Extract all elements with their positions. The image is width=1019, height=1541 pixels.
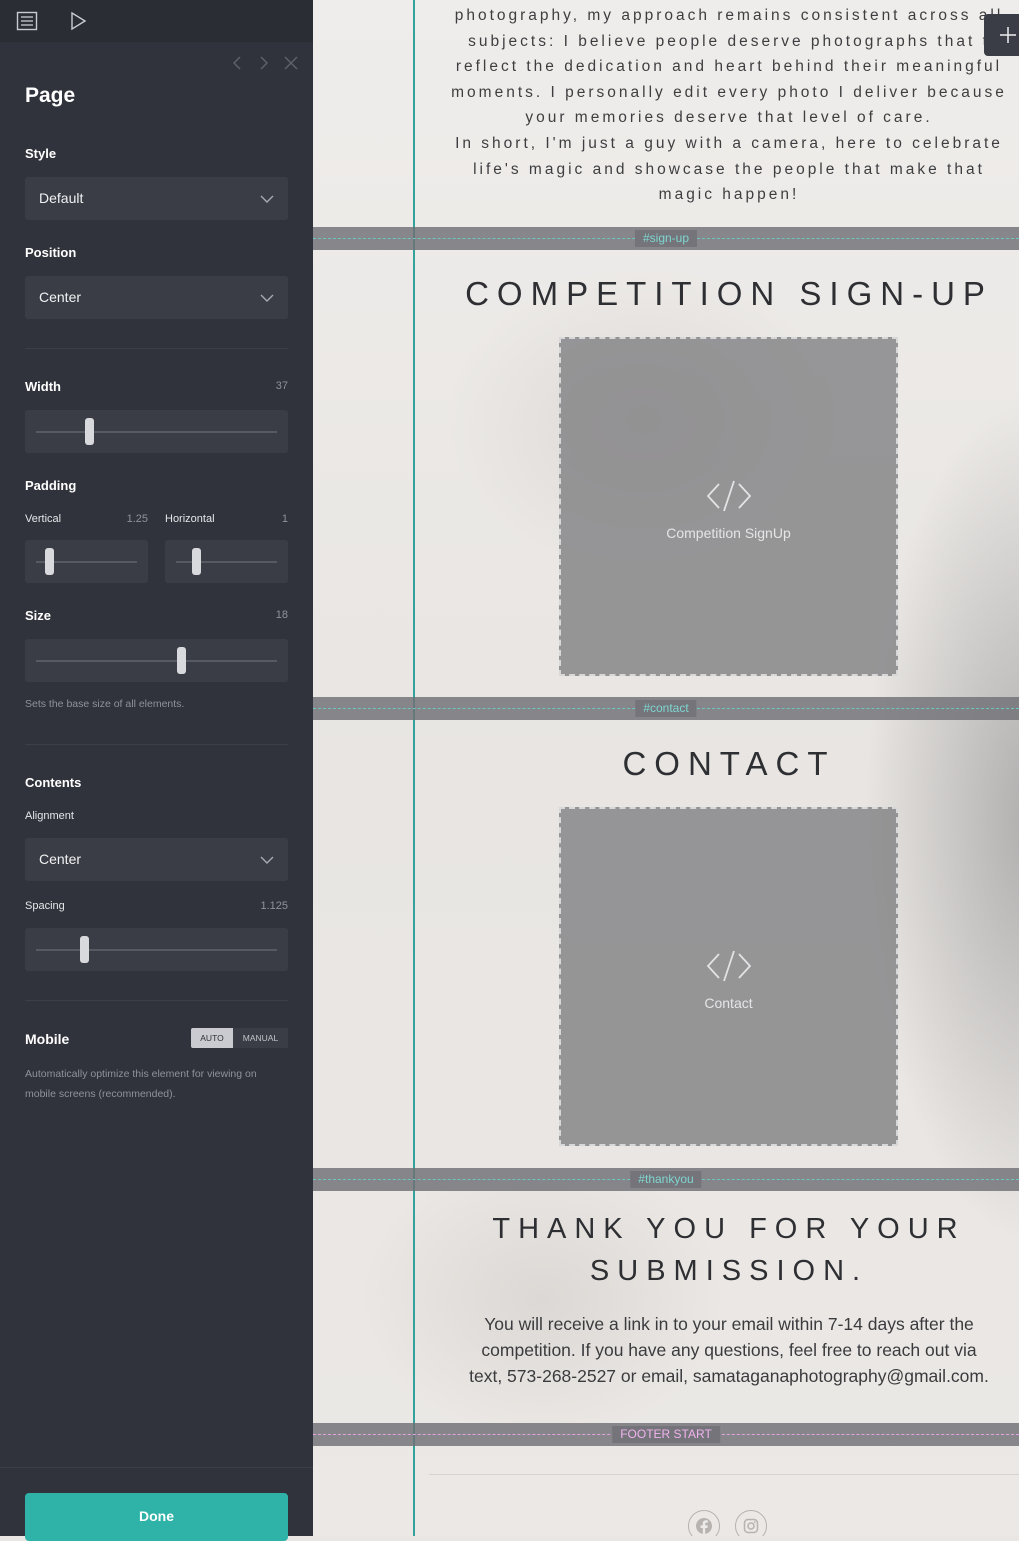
size-help-text: Sets the base size of all elements. xyxy=(25,698,185,710)
padding-label: Padding xyxy=(25,478,77,493)
divider xyxy=(0,1467,313,1468)
page-canvas: photography, my approach remains consist… xyxy=(313,0,1019,1536)
about-text-line: life's magic and showcase the people tha… xyxy=(473,161,985,178)
about-text-line: In short, I'm just a guy with a camera, … xyxy=(455,135,1003,152)
about-text-line: reflect the dedication and heart behind … xyxy=(455,58,1003,75)
chevron-down-icon xyxy=(260,195,274,203)
style-select-value: Default xyxy=(39,190,84,206)
code-embed-icon xyxy=(706,950,752,982)
width-value: 37 xyxy=(275,380,288,392)
vertical-padding-slider[interactable] xyxy=(25,540,148,583)
position-label: Position xyxy=(25,245,77,260)
style-select[interactable]: Default xyxy=(25,177,288,220)
contact-heading: CONTACT xyxy=(622,745,836,782)
thankyou-body-line: text, 573-268-2527 or email, samataganap… xyxy=(469,1366,989,1386)
slider-thumb[interactable] xyxy=(176,647,186,674)
embed-label: Competition SignUp xyxy=(666,525,791,541)
section-tag: #thankyou xyxy=(630,1171,702,1188)
signup-embed-block[interactable]: Competition SignUp xyxy=(559,337,898,676)
mobile-help-text: Automatically optimize this element for … xyxy=(25,1068,257,1100)
position-select-value: Center xyxy=(39,289,82,305)
thankyou-body-line: You will receive a link in to your email… xyxy=(484,1314,974,1334)
slider-track xyxy=(36,949,277,951)
panel-toolbar xyxy=(0,0,313,42)
about-text-line: subjects: I believe people deserve photo… xyxy=(468,33,990,50)
section-tag: #sign-up xyxy=(634,230,698,247)
spacing-slider[interactable] xyxy=(25,928,288,971)
section-anchor-contact[interactable]: #contact xyxy=(313,697,1019,720)
slider-thumb[interactable] xyxy=(45,548,55,575)
list-view-icon[interactable] xyxy=(14,8,40,34)
divider xyxy=(25,348,288,349)
thankyou-heading-line: THANK YOU FOR YOUR xyxy=(492,1213,966,1245)
play-preview-icon[interactable] xyxy=(65,8,91,34)
about-text-line: photography, my approach remains consist… xyxy=(454,7,1004,24)
style-label: Style xyxy=(25,146,57,161)
spacing-label: Spacing xyxy=(25,900,65,912)
size-slider[interactable] xyxy=(25,639,288,682)
thankyou-heading-line: SUBMISSION. xyxy=(589,1255,869,1287)
section-anchor-thankyou[interactable]: #thankyou xyxy=(313,1168,1019,1191)
chevron-down-icon xyxy=(260,294,274,302)
about-text-line: your memories deserve that level of care… xyxy=(525,109,933,126)
width-label: Width xyxy=(25,379,61,394)
size-value: 18 xyxy=(275,609,288,621)
slider-thumb[interactable] xyxy=(192,548,202,575)
mobile-auto-toggle[interactable]: AUTO xyxy=(191,1028,233,1048)
section-tag: #contact xyxy=(635,700,697,717)
horizontal-value: 1 xyxy=(281,513,288,525)
size-label: Size xyxy=(25,608,52,623)
embed-label: Contact xyxy=(704,995,753,1011)
plus-icon xyxy=(1000,27,1016,43)
horizontal-label: Horizontal xyxy=(165,513,215,525)
vertical-label: Vertical xyxy=(25,513,62,525)
footer-start-marker[interactable]: FOOTER START xyxy=(313,1423,1019,1446)
chevron-left-icon[interactable] xyxy=(228,54,246,72)
add-element-button[interactable] xyxy=(984,14,1019,56)
slider-track xyxy=(176,561,277,563)
section-tag: FOOTER START xyxy=(612,1426,720,1443)
slider-thumb[interactable] xyxy=(80,936,90,963)
code-embed-icon xyxy=(706,480,752,512)
width-slider[interactable] xyxy=(25,410,288,453)
contents-label: Contents xyxy=(25,775,82,790)
position-select[interactable]: Center xyxy=(25,276,288,319)
signup-heading: COMPETITION SIGN-UP xyxy=(465,275,993,312)
slider-track xyxy=(36,431,277,433)
done-button[interactable]: Done xyxy=(25,1493,288,1541)
about-text-line: moments. I personally edit every photo I… xyxy=(451,84,1007,101)
alignment-label: Alignment xyxy=(25,810,74,822)
contact-embed-block[interactable]: Contact xyxy=(559,807,898,1146)
vertical-value: 1.25 xyxy=(126,513,148,525)
chevron-right-icon[interactable] xyxy=(255,54,273,72)
divider xyxy=(25,744,288,745)
spacing-value: 1.125 xyxy=(260,900,288,912)
footer-divider xyxy=(429,1474,1019,1475)
alignment-select-value: Center xyxy=(39,851,82,867)
divider xyxy=(25,1000,288,1001)
page-settings-panel: Page Style Default Position Center Width… xyxy=(0,0,313,1541)
chevron-down-icon xyxy=(260,856,274,864)
slider-track xyxy=(36,660,277,662)
facebook-icon[interactable] xyxy=(688,1510,720,1536)
close-icon[interactable] xyxy=(282,54,300,72)
about-text-line: magic happen! xyxy=(658,186,800,203)
panel-title: Page xyxy=(25,84,76,107)
mobile-label: Mobile xyxy=(25,1031,70,1047)
instagram-icon[interactable] xyxy=(735,1510,767,1536)
horizontal-padding-slider[interactable] xyxy=(165,540,288,583)
alignment-select[interactable]: Center xyxy=(25,838,288,881)
slider-thumb[interactable] xyxy=(85,418,95,445)
section-anchor-signup[interactable]: #sign-up xyxy=(313,227,1019,250)
thankyou-body-line: competition. If you have any questions, … xyxy=(481,1340,977,1360)
mobile-manual-toggle[interactable]: MANUAL xyxy=(233,1028,288,1048)
